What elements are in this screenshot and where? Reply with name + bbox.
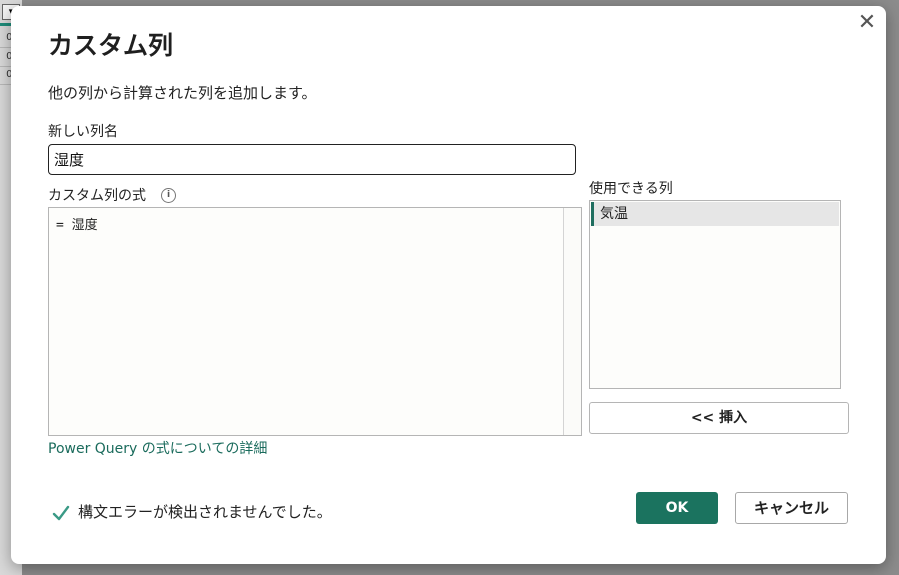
ok-button[interactable]: OK — [636, 492, 718, 524]
cancel-button[interactable]: キャンセル — [735, 492, 848, 524]
formula-label: カスタム列の式 — [48, 188, 146, 204]
dialog-subtitle: 他の列から計算された列を追加します。 — [48, 84, 317, 102]
syntax-status-text: 構文エラーが検出されませんでした。 — [78, 503, 332, 521]
info-icon[interactable]: i — [161, 188, 176, 203]
formula-editor[interactable]: = 湿度 — [48, 207, 582, 436]
formula-scrollbar[interactable] — [563, 208, 581, 435]
available-column-item[interactable]: 気温 — [591, 202, 839, 226]
learn-more-link[interactable]: Power Query の式についての詳細 — [48, 438, 267, 458]
available-columns-list[interactable]: 気温 — [589, 200, 841, 389]
check-icon — [52, 505, 70, 521]
insert-button[interactable]: << 挿入 — [589, 402, 849, 434]
dialog-title: カスタム列 — [48, 31, 174, 60]
formula-text: = 湿度 — [56, 218, 98, 233]
close-icon[interactable]: ✕ — [856, 12, 878, 34]
new-column-name-input[interactable] — [48, 144, 576, 175]
available-columns-label: 使用できる列 — [589, 181, 673, 197]
new-column-name-label: 新しい列名 — [48, 124, 118, 140]
custom-column-dialog: ✕ カスタム列 他の列から計算された列を追加します。 新しい列名 カスタム列の式… — [11, 6, 886, 564]
